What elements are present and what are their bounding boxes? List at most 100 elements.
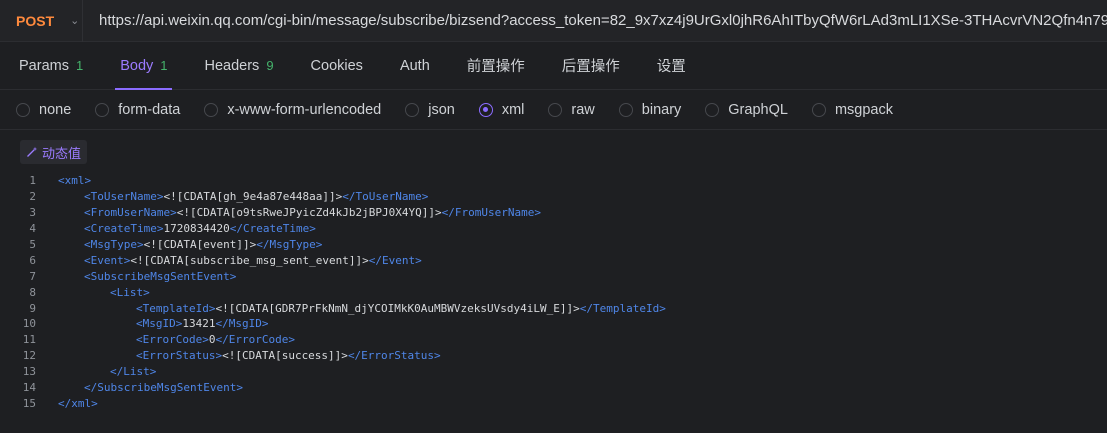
body-type-graphql[interactable]: GraphQL xyxy=(705,102,788,118)
line-number: 3 xyxy=(29,206,36,220)
body-type-label: form-data xyxy=(118,101,181,118)
xml-open-tag: <List> xyxy=(110,285,150,299)
body-type-raw[interactable]: raw xyxy=(548,101,595,118)
code-content: <ErrorCode>0</ErrorCode> xyxy=(58,333,295,346)
tab-前置操作[interactable]: 前置操作 xyxy=(448,42,543,90)
xml-open-tag: <CreateTime> xyxy=(84,222,164,236)
code-content: <MsgID>13421</MsgID> xyxy=(58,317,268,330)
tab-count-badge: 1 xyxy=(160,58,168,73)
xml-close-tag: </ErrorCode> xyxy=(215,333,295,347)
radio-button[interactable] xyxy=(204,102,219,117)
dynamic-value-button[interactable]: 动态值 xyxy=(20,140,88,164)
xml-close-tag: </MsgID> xyxy=(215,317,269,331)
line-number: 5 xyxy=(29,238,36,251)
xml-text-value: 13421 xyxy=(182,317,216,331)
body-type-label: xml xyxy=(501,101,525,118)
code-content: <Event><![CDATA[subscribe_msg_sent_event… xyxy=(58,254,422,267)
tab-headers[interactable]: Headers 9 xyxy=(186,42,292,90)
code-content: <FromUserName><![CDATA[o9tsRweJPyicZd4kJ… xyxy=(58,206,541,219)
radio-button[interactable] xyxy=(405,102,420,117)
code-line: 7 <SubscribeMsgSentEvent> xyxy=(0,268,1107,284)
code-line: 11 <ErrorCode>0</ErrorCode> xyxy=(0,332,1107,348)
body-type-label: raw xyxy=(571,101,595,118)
xml-text-value: <![CDATA[event]]> xyxy=(143,238,257,251)
tab-params[interactable]: Params 1 xyxy=(0,42,101,90)
xml-open-tag: <TemplateId> xyxy=(136,301,216,315)
xml-open-tag: </SubscribeMsgSentEvent> xyxy=(84,381,243,395)
code-content: </List> xyxy=(58,365,156,378)
dynamic-value-label: 动态值 xyxy=(42,145,82,161)
body-type-x-www-form-urlencoded[interactable]: x-www-form-urlencoded xyxy=(204,102,381,118)
tab-auth[interactable]: Auth xyxy=(381,42,448,90)
tab-body[interactable]: Body 1 xyxy=(101,42,185,90)
line-number: 10 xyxy=(22,317,36,331)
tab-label: Cookies xyxy=(310,57,363,74)
xml-open-tag: <ToUserName> xyxy=(84,190,164,204)
code-line: 5 <MsgType><![CDATA[event]]></MsgType> xyxy=(0,237,1107,253)
body-type-form-data[interactable]: form-data xyxy=(95,102,180,118)
xml-open-tag: <xml> xyxy=(58,174,92,188)
body-type-binary[interactable]: binary xyxy=(618,101,682,118)
code-content: <TemplateId><![CDATA[GDR7PrFkNmN_djYCOIM… xyxy=(58,302,666,315)
line-number: 6 xyxy=(29,253,36,267)
code-content: <SubscribeMsgSentEvent> xyxy=(58,270,236,283)
method-label: POST xyxy=(16,12,55,29)
body-type-json[interactable]: json xyxy=(405,102,455,118)
code-content: <ErrorStatus><![CDATA[success]]></ErrorS… xyxy=(58,349,441,362)
xml-close-tag: </CreateTime> xyxy=(229,222,316,236)
tab-cookies[interactable]: Cookies xyxy=(292,42,381,90)
body-type-label: binary xyxy=(641,101,682,118)
code-line: 6 <Event><![CDATA[subscribe_msg_sent_even… xyxy=(0,252,1107,268)
radio-button[interactable] xyxy=(618,102,633,117)
xml-body-editor[interactable]: 1 <xml> 2 <ToUserName><![CDATA[gh_9e4a87e44… xyxy=(0,173,1107,433)
code-line: 1 <xml> xyxy=(0,173,1107,189)
line-number: 1 xyxy=(29,174,36,188)
code-line: 8 <List> xyxy=(0,284,1107,300)
xml-open-tag: <ErrorStatus> xyxy=(136,349,223,363)
xml-close-tag: </TemplateId> xyxy=(579,301,666,315)
line-number: 8 xyxy=(29,285,36,299)
code-content: </xml> xyxy=(58,397,98,410)
radio-button[interactable] xyxy=(95,102,110,117)
line-number: 4 xyxy=(29,222,36,236)
tab-label: 后置操作 xyxy=(561,59,620,75)
code-content: <MsgType><![CDATA[event]]></MsgType> xyxy=(58,238,322,251)
body-type-none[interactable]: none xyxy=(16,102,71,118)
xml-open-tag: </xml> xyxy=(58,396,98,410)
request-tabs: Params 1 Body 1 Headers 9 Cookies Auth 前置操作 后置操作 设… xyxy=(0,42,1107,90)
code-line: 9 <TemplateId><![CDATA[GDR7PrFkNmN_djYCOI… xyxy=(0,300,1107,316)
code-line: 4 <CreateTime>1720834420</CreateTime> xyxy=(0,221,1107,237)
code-line: 2 <ToUserName><![CDATA[gh_9e4a87e448aa]]>… xyxy=(0,189,1107,205)
radio-button[interactable] xyxy=(811,102,826,117)
tab-后置操作[interactable]: 后置操作 xyxy=(543,42,638,90)
line-number: 11 xyxy=(22,333,36,347)
tab-count-badge: 1 xyxy=(75,58,84,73)
radio-button[interactable] xyxy=(478,102,493,117)
line-number: 13 xyxy=(22,365,36,379)
line-number: 7 xyxy=(29,269,36,283)
xml-text-value: <![CDATA[GDR7PrFkNmN_djYCOIMkK0AuMBWVzek… xyxy=(215,301,580,315)
radio-button[interactable] xyxy=(705,102,720,117)
tab-设置[interactable]: 设置 xyxy=(638,42,704,90)
code-line: 15 </xml> xyxy=(0,395,1107,411)
code-line: 12 <ErrorStatus><![CDATA[success]]></Erro… xyxy=(0,348,1107,364)
xml-close-tag: </MsgType> xyxy=(256,238,323,251)
method-select[interactable]: POST ⌄ xyxy=(0,0,82,42)
xml-open-tag: <Event> xyxy=(84,253,131,267)
xml-text-value: <![CDATA[o9tsRweJPyicZd4kJb2jBPJ0X4YQ]]> xyxy=(176,206,442,220)
code-content: <List> xyxy=(58,286,150,299)
xml-close-tag: </FromUserName> xyxy=(441,206,541,220)
url-input[interactable]: https://api.weixin.qq.com/cgi-bin/messag… xyxy=(82,0,1107,42)
chevron-down-icon: ⌄ xyxy=(70,15,80,27)
body-type-selector: none form-data x-www-form-urlencoded json xm… xyxy=(0,90,1107,130)
tab-label: Headers xyxy=(204,57,260,74)
line-number: 9 xyxy=(29,301,36,315)
xml-open-tag: <FromUserName> xyxy=(84,206,177,220)
xml-text-value: <![CDATA[gh_9e4a87e448aa]]> xyxy=(163,190,343,204)
radio-button[interactable] xyxy=(548,102,563,117)
xml-text-value: <![CDATA[subscribe_msg_sent_event]]> xyxy=(130,253,369,267)
radio-button[interactable] xyxy=(16,102,30,117)
body-type-xml[interactable]: xml xyxy=(478,101,525,118)
body-type-msgpack[interactable]: msgpack xyxy=(811,102,893,118)
magic-wand-icon xyxy=(27,146,38,157)
